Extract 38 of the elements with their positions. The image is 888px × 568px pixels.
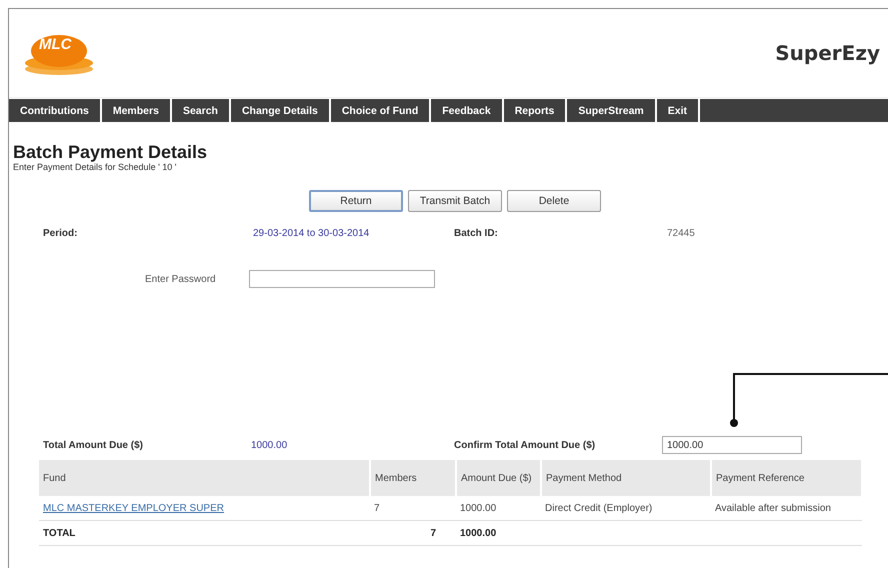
nav-item[interactable]: Search <box>172 99 231 122</box>
confirm-label: Confirm Total Amount Due ($) <box>454 440 596 450</box>
confirm-amount-field[interactable]: 1000.00 <box>662 436 802 454</box>
page-title: Batch Payment Details <box>13 142 208 162</box>
batch-id-value: 72445 <box>667 228 695 238</box>
column-header: Payment Method <box>541 460 711 496</box>
total-cell: 7 <box>370 520 456 546</box>
nav-item[interactable]: Reports <box>504 99 568 122</box>
nav-item[interactable]: Contributions <box>9 99 102 122</box>
nav-item[interactable]: Choice of Fund <box>330 99 432 122</box>
action-button[interactable]: Transmit Batch <box>408 190 502 212</box>
action-button[interactable]: Return <box>309 190 403 212</box>
nav-item[interactable]: Feedback <box>431 99 504 122</box>
total-label: Total Amount Due ($) <box>43 440 144 450</box>
period-label: Period: <box>43 228 78 238</box>
column-header: Payment Reference <box>711 460 862 496</box>
nav-item[interactable]: Exit <box>656 99 700 122</box>
table-cell: 7 <box>370 496 456 520</box>
column-header: Amount Due ($) <box>456 460 541 496</box>
action-button[interactable]: Delete <box>507 190 601 212</box>
logo-text: MLC <box>39 36 72 53</box>
password-label: Enter Password <box>145 274 217 284</box>
nav-item[interactable]: Members <box>102 99 172 122</box>
total-cell: 1000.00 <box>456 520 541 546</box>
total-cell: TOTAL <box>39 520 370 546</box>
column-header: Fund <box>39 460 370 496</box>
page-subtitle: Enter Payment Details for Schedule ' 10 ' <box>13 162 178 172</box>
table-cell: Available after submission <box>711 496 862 520</box>
nav-item[interactable]: SuperStream <box>567 99 657 122</box>
table-cell: 1000.00 <box>456 496 541 520</box>
column-header: Members <box>370 460 456 496</box>
period-value: 29-03-2014 to 30-03-2014 <box>253 228 370 238</box>
product-name: SuperEzy <box>775 41 880 65</box>
nav-item[interactable]: Change Details <box>230 99 331 122</box>
total-value: 1000.00 <box>251 440 288 450</box>
fund-link[interactable]: MLC MASTERKEY EMPLOYER SUPER <box>43 502 224 514</box>
table-cell: Direct Credit (Employer) <box>541 496 711 520</box>
batch-id-label: Batch ID: <box>454 228 499 238</box>
